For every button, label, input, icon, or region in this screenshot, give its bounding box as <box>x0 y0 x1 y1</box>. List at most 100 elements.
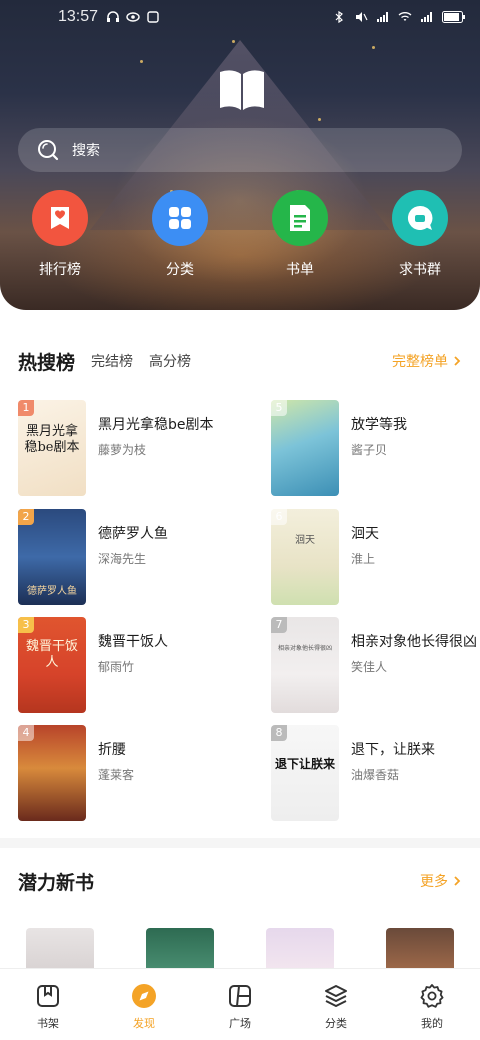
book-author: 深海先生 <box>98 552 147 566</box>
new-book-cover[interactable] <box>26 928 94 972</box>
battery-icon <box>442 11 465 23</box>
ranking-button[interactable] <box>32 190 88 246</box>
quick-action-label: 排行榜 <box>39 262 81 278</box>
rank-number: 3 <box>18 617 34 633</box>
new-books-title: 潜力新书 <box>18 871 95 894</box>
discover-compass-icon <box>132 984 156 1008</box>
bookshelf-icon <box>37 985 59 1007</box>
book-author: 油爆香菇 <box>351 768 400 782</box>
wifi-icon <box>398 12 412 21</box>
status-bar: 13:57 <box>0 0 480 34</box>
search-bar[interactable]: 搜索 <box>18 128 462 172</box>
full-ranking-link[interactable]: 完整榜单 <box>392 351 462 371</box>
tab-label: 发现 <box>133 1017 155 1030</box>
rank-number: 6 <box>271 509 287 525</box>
tab-category[interactable]: 分类 <box>288 969 384 1040</box>
book-author: 笑佳人 <box>351 660 388 674</box>
quick-action-label: 求书群 <box>399 262 441 278</box>
new-book-cover[interactable] <box>386 928 454 972</box>
quick-action-category[interactable]: 分类 <box>140 190 220 279</box>
book-name: 黑月光拿稳be剧本 <box>98 417 214 433</box>
headset-icon <box>107 11 120 22</box>
grid-icon <box>169 207 191 229</box>
rank-item[interactable]: 3 魏晋干饭人 魏晋干饭人 郁雨竹 <box>18 617 228 713</box>
cover-title: 魏晋干饭人 <box>25 639 78 670</box>
bottom-tab-bar: 书架 发现 广场 分类 我的 <box>0 968 480 1040</box>
decor-star <box>318 118 321 121</box>
tab-plaza[interactable]: 广场 <box>192 969 288 1040</box>
hero-banner: 13:57 搜索 排行榜 分类 书单 求书群 <box>0 0 480 310</box>
book-name: 放学等我 <box>351 417 407 433</box>
rank-number: 1 <box>18 400 34 416</box>
tab-discover[interactable]: 发现 <box>96 969 192 1040</box>
bluetooth-icon <box>335 11 343 23</box>
cover-title: 相亲对象他长得很凶 <box>277 645 332 652</box>
more-link[interactable]: 更多 <box>420 871 462 891</box>
book-cover: 1 黑月光拿稳be剧本 <box>18 400 86 496</box>
quick-action-label: 分类 <box>166 262 194 278</box>
book-cover: 3 魏晋干饭人 <box>18 617 86 713</box>
app-notification-icon <box>147 11 159 23</box>
new-books-header: 潜力新书 更多 <box>18 866 462 896</box>
search-placeholder: 搜索 <box>72 143 100 159</box>
book-name: 相亲对象他长得很凶 <box>351 634 477 650</box>
tab-bookshelf[interactable]: 书架 <box>0 969 96 1040</box>
rank-item[interactable]: 1 黑月光拿稳be剧本 黑月光拿稳be剧本 藤萝为枝 <box>18 400 228 496</box>
category-button[interactable] <box>152 190 208 246</box>
rank-item[interactable]: 4 折腰 蓬莱客 <box>18 725 228 821</box>
tab-completed[interactable]: 完结榜 <box>91 351 133 371</box>
chat-bubble-icon <box>407 205 433 230</box>
rank-item[interactable]: 7 相亲对象他长得很凶 相亲对象他长得很凶 笑佳人 <box>271 617 480 713</box>
rank-item[interactable]: 8 退下让朕来 退下，让朕来 油爆香菇 <box>271 725 480 821</box>
quick-action-booklist[interactable]: 书单 <box>260 190 340 279</box>
rank-number: 5 <box>271 400 287 416</box>
full-ranking-label: 完整榜单 <box>392 354 448 370</box>
book-cover: 6 洄天 <box>271 509 339 605</box>
square-plaza-icon <box>229 985 251 1007</box>
status-time: 13:57 <box>58 8 99 25</box>
rank-number: 4 <box>18 725 34 741</box>
rank-number: 7 <box>271 617 287 633</box>
quick-action-book-request[interactable]: 求书群 <box>380 190 460 279</box>
tab-label: 分类 <box>325 1017 347 1030</box>
cover-title: 洄天 <box>295 535 315 546</box>
section-divider <box>0 838 480 848</box>
more-label: 更多 <box>420 874 448 890</box>
rank-number: 2 <box>18 509 34 525</box>
book-name: 折腰 <box>98 742 126 758</box>
tab-high-score[interactable]: 高分榜 <box>149 351 191 371</box>
new-book-cover[interactable] <box>266 928 334 972</box>
ribbon-heart-icon <box>51 207 69 229</box>
cover-title: 德萨罗人鱼 <box>27 586 77 597</box>
decor-star <box>372 46 375 49</box>
cover-title: 黑月光拿稳be剧本 <box>24 424 80 455</box>
quick-action-label: 书单 <box>286 262 314 278</box>
layers-icon <box>325 985 347 1007</box>
rank-number: 8 <box>271 725 287 741</box>
book-cover: 4 <box>18 725 86 821</box>
book-author: 酱子贝 <box>351 443 388 457</box>
rank-item[interactable]: 6 洄天 洄天 淮上 <box>271 509 480 605</box>
tab-mine[interactable]: 我的 <box>384 969 480 1040</box>
tab-label: 广场 <box>229 1017 251 1030</box>
signal-2-icon <box>421 12 432 22</box>
book-author: 蓬莱客 <box>98 768 135 782</box>
rank-item[interactable]: 2 德萨罗人鱼 德萨罗人鱼 深海先生 <box>18 509 228 605</box>
book-author: 郁雨竹 <box>98 660 135 674</box>
mute-icon <box>356 12 368 22</box>
book-cover: 7 相亲对象他长得很凶 <box>271 617 339 713</box>
hot-search-title: 热搜榜 <box>18 351 76 374</box>
tab-label: 书架 <box>37 1017 59 1030</box>
book-cover: 5 <box>271 400 339 496</box>
quick-action-ranking[interactable]: 排行榜 <box>20 190 100 279</box>
decor-star <box>232 40 235 43</box>
open-book-logo-icon <box>220 70 264 110</box>
book-list-icon <box>290 205 310 231</box>
book-name: 德萨罗人鱼 <box>98 526 168 542</box>
rank-item[interactable]: 5 放学等我 酱子贝 <box>271 400 480 496</box>
cover-title: 退下让朕来 <box>275 757 336 771</box>
new-book-cover[interactable] <box>146 928 214 972</box>
book-request-button[interactable] <box>392 190 448 246</box>
book-author: 淮上 <box>351 552 376 566</box>
booklist-button[interactable] <box>272 190 328 246</box>
